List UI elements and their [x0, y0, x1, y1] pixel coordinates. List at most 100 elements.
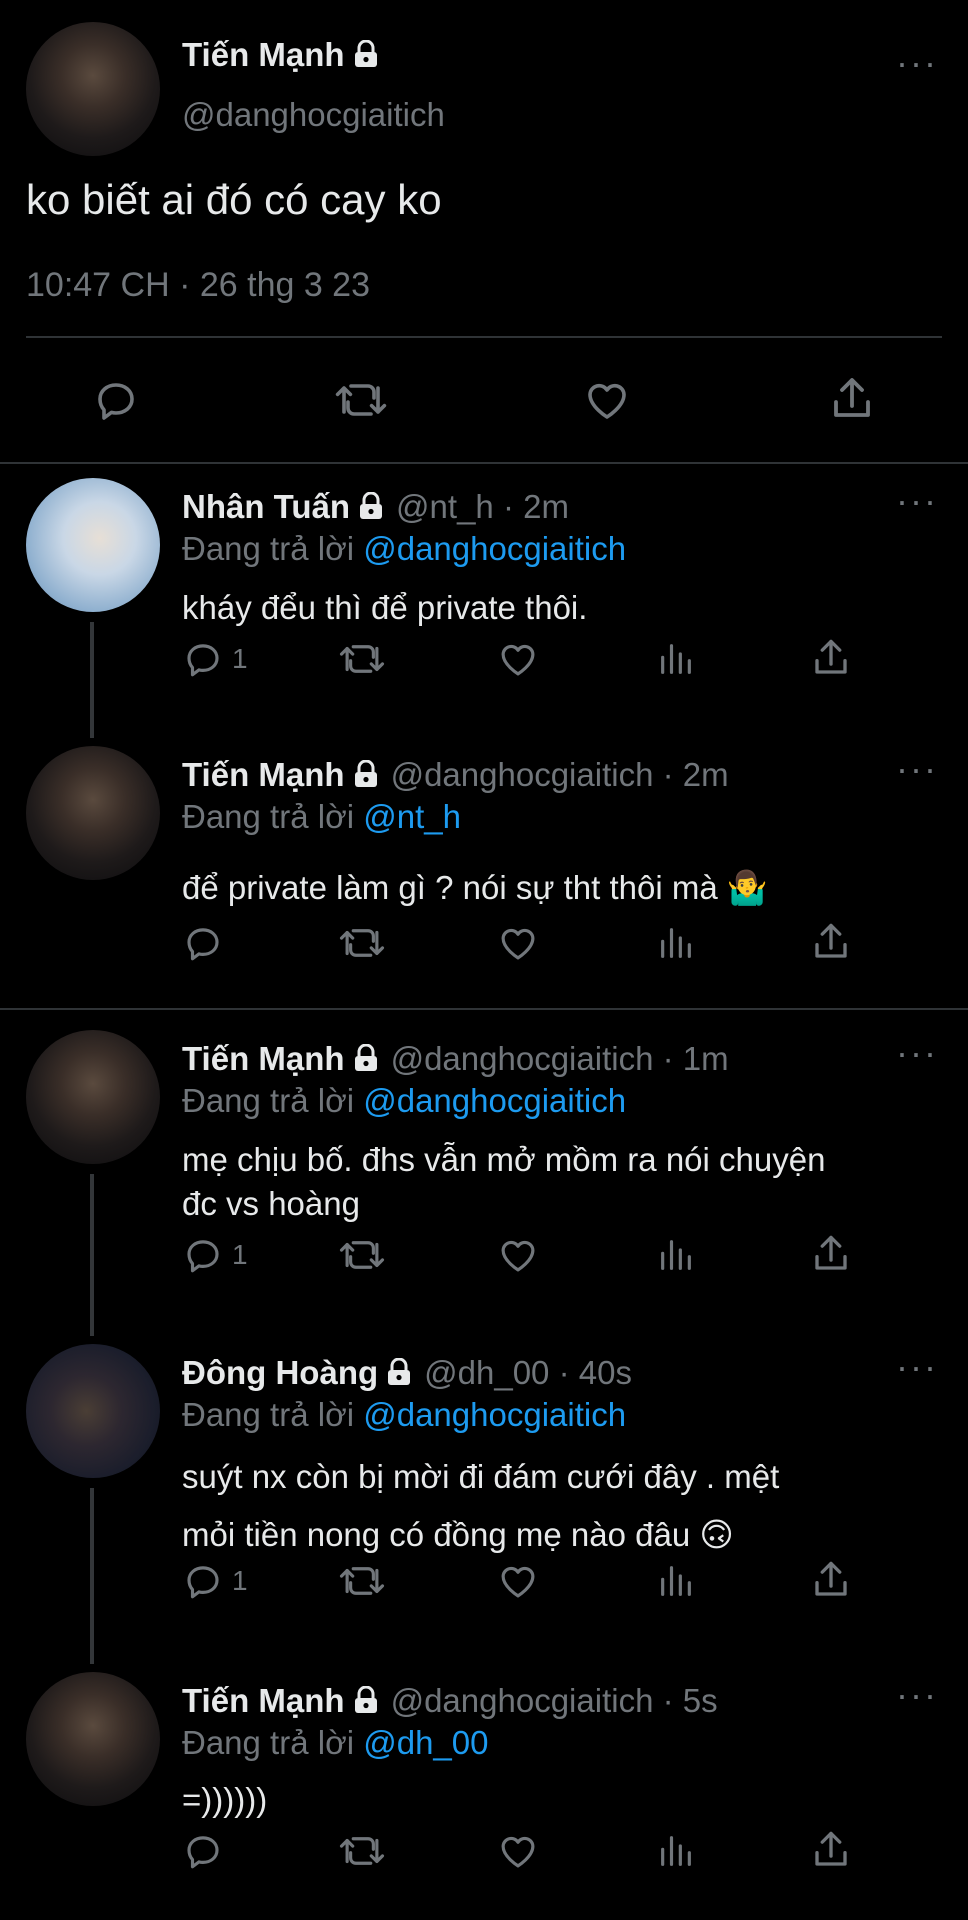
views-icon: [661, 1566, 691, 1596]
author-name[interactable]: Tiến Mạnh: [182, 756, 345, 793]
like-button[interactable]: [496, 922, 540, 964]
mention-link[interactable]: @dh_00: [363, 1724, 488, 1761]
reply-button[interactable]: 1: [182, 638, 248, 680]
share-button[interactable]: [810, 1828, 852, 1872]
views-button[interactable]: [656, 1560, 696, 1602]
tweet-header: Tiến Mạnh @danghocgiaitich · 2m: [182, 756, 729, 794]
replying-prefix: Đang trả lời: [182, 1082, 355, 1119]
share-button[interactable]: [810, 920, 852, 964]
reply-icon: [98, 383, 134, 420]
reply-button[interactable]: [182, 922, 224, 964]
more-icon[interactable]: ···: [896, 1674, 938, 1716]
avatar[interactable]: [26, 1030, 160, 1164]
reply-button[interactable]: [92, 376, 140, 424]
like-button[interactable]: [496, 1560, 540, 1602]
avatar[interactable]: [26, 22, 160, 156]
tweet-text-line: =)))))): [182, 1778, 942, 1822]
retweet-icon: [335, 384, 387, 416]
tweet-text-span: mỏi tiền nong có đồng mẹ nào đâu: [182, 1516, 691, 1553]
retweet-button[interactable]: [338, 922, 386, 964]
replying-prefix: Đang trả lời: [182, 1396, 355, 1433]
views-button[interactable]: [656, 1234, 696, 1276]
like-button[interactable]: [496, 638, 540, 680]
views-button[interactable]: [656, 922, 696, 964]
more-icon[interactable]: ···: [896, 1032, 938, 1074]
reply-icon: [187, 1836, 219, 1869]
tweet-text-line: suýt nx còn bị mời đi đám cưới đây . mệt: [182, 1448, 942, 1506]
share-icon: [815, 1235, 847, 1270]
more-icon[interactable]: ···: [896, 42, 938, 84]
retweet-icon: [339, 1837, 385, 1865]
like-icon: [501, 644, 535, 676]
retweet-button[interactable]: [338, 1560, 386, 1602]
tweet-text: mẹ chịu bố. đhs vẫn mở mồm ra nói chuyện…: [182, 1138, 942, 1226]
retweet-icon: [339, 929, 385, 957]
author-name[interactable]: Tiến Mạnh: [182, 36, 379, 74]
author-name[interactable]: Nhân Tuấn: [182, 488, 350, 525]
mention-link[interactable]: @nt_h: [363, 798, 461, 835]
avatar[interactable]: [26, 746, 160, 880]
like-icon: [501, 1836, 535, 1868]
divider: [0, 1008, 968, 1010]
replying-to: Đang trả lời @dh_00: [182, 1724, 488, 1762]
share-button[interactable]: [828, 374, 876, 424]
reply-button[interactable]: 1: [182, 1234, 248, 1276]
mention-link[interactable]: @danghocgiaitich: [363, 1396, 626, 1433]
tweet-text-line: mẹ chịu bố. đhs vẫn mở mồm ra nói chuyện: [182, 1138, 942, 1182]
reply-button[interactable]: 1: [182, 1560, 248, 1602]
share-icon: [815, 1561, 847, 1596]
author-handle-time[interactable]: @danghocgiaitich · 5s: [391, 1682, 718, 1719]
like-button[interactable]: [496, 1234, 540, 1276]
lock-icon: [388, 1358, 411, 1385]
author-name[interactable]: Tiến Mạnh: [182, 1682, 345, 1719]
retweet-button[interactable]: [338, 1830, 386, 1872]
lock-icon: [354, 40, 377, 67]
mention-link[interactable]: @danghocgiaitich: [363, 1082, 626, 1119]
lock-icon: [354, 1686, 377, 1713]
views-button[interactable]: [656, 638, 696, 680]
tweet-header: Đông Hoàng @dh_00 · 40s: [182, 1354, 632, 1392]
avatar[interactable]: [26, 1344, 160, 1478]
author-handle-time[interactable]: @nt_h · 2m: [396, 488, 569, 525]
avatar[interactable]: [26, 1672, 160, 1806]
tweet-text: suýt nx còn bị mời đi đám cưới đây . mệt…: [182, 1448, 942, 1564]
replying-prefix: Đang trả lời: [182, 530, 355, 567]
author-handle-time[interactable]: @danghocgiaitich · 2m: [391, 756, 729, 793]
share-button[interactable]: [810, 636, 852, 680]
retweet-button[interactable]: [334, 376, 388, 424]
like-button[interactable]: [582, 376, 632, 424]
views-icon: [661, 928, 691, 958]
author-handle-time[interactable]: @danghocgiaitich · 1m: [391, 1040, 729, 1077]
lock-icon: [360, 492, 383, 519]
more-icon[interactable]: ···: [896, 1346, 938, 1388]
reply-icon: [187, 1566, 219, 1599]
share-icon: [815, 1831, 847, 1866]
emoji: 🙃: [699, 1516, 734, 1553]
more-icon[interactable]: ···: [896, 748, 938, 790]
divider: [26, 336, 942, 338]
more-icon[interactable]: ···: [896, 480, 938, 522]
retweet-icon: [339, 645, 385, 673]
mention-link[interactable]: @danghocgiaitich: [363, 530, 626, 567]
author-handle-time[interactable]: @dh_00 · 40s: [424, 1354, 632, 1391]
tweet-text: ko biết ai đó có cay ko: [26, 176, 442, 223]
tweet-text: kháy đểu thì để private thôi.: [182, 586, 942, 630]
reply-button[interactable]: [182, 1830, 224, 1872]
replying-to: Đang trả lời @nt_h: [182, 798, 461, 836]
share-button[interactable]: [810, 1558, 852, 1602]
tweet-timestamp[interactable]: 10:47 CH · 26 thg 3 23: [26, 266, 370, 305]
author-name[interactable]: Tiến Mạnh: [182, 1040, 345, 1077]
reply-icon: [187, 928, 219, 961]
lock-icon: [354, 760, 377, 787]
author-name[interactable]: Đông Hoàng: [182, 1354, 378, 1391]
share-button[interactable]: [810, 1232, 852, 1276]
avatar[interactable]: [26, 478, 160, 612]
retweet-button[interactable]: [338, 638, 386, 680]
retweet-button[interactable]: [338, 1234, 386, 1276]
like-button[interactable]: [496, 1830, 540, 1872]
author-handle[interactable]: @danghocgiaitich: [182, 96, 445, 134]
thread-line: [90, 1488, 94, 1664]
views-button[interactable]: [656, 1830, 696, 1872]
tweet-text-line: mỏi tiền nong có đồng mẹ nào đâu 🙃: [182, 1506, 942, 1564]
like-icon: [501, 1240, 535, 1272]
